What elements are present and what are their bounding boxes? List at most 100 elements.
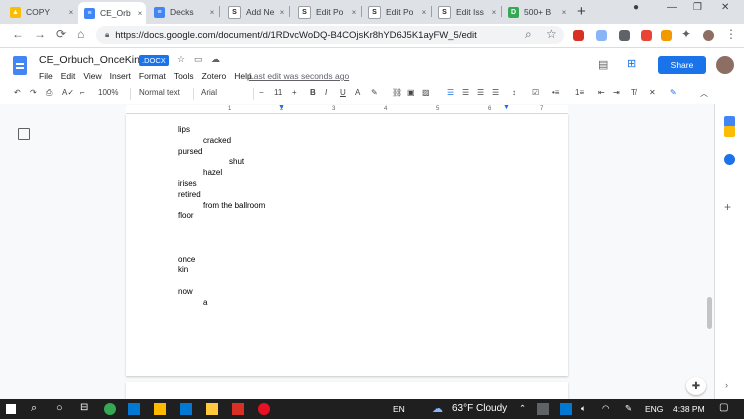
get-addons-icon[interactable]: + xyxy=(724,200,731,214)
tray-expand-icon[interactable]: ⌃ xyxy=(519,403,526,414)
store-icon[interactable] xyxy=(154,403,166,415)
onedrive-icon[interactable] xyxy=(560,403,572,415)
wifi-icon[interactable]: ◠ xyxy=(602,403,609,414)
numbered-list-icon[interactable]: 1≡ xyxy=(575,88,584,97)
clear-formatting-icon[interactable]: T̸ xyxy=(631,88,636,97)
restore-icon[interactable]: ❐ xyxy=(693,2,702,13)
windows-start-icon[interactable] xyxy=(6,404,16,414)
home-icon[interactable]: ⌂ xyxy=(77,27,84,41)
pen-icon[interactable]: ✎ xyxy=(625,403,632,414)
star-icon[interactable]: ☆ xyxy=(177,54,185,65)
url-field[interactable]: 🔒︎ https://docs.google.com/document/d/1R… xyxy=(96,26,564,44)
add-comment-icon[interactable]: ▣ xyxy=(407,88,415,97)
left-indent-marker[interactable]: ▼ xyxy=(278,104,285,111)
print-icon[interactable]: ⎙ xyxy=(46,88,52,98)
justify-icon[interactable]: ☰ xyxy=(492,88,499,97)
align-left-icon[interactable]: ☰ xyxy=(447,88,454,97)
line-spacing-icon[interactable]: ↕ xyxy=(512,88,516,97)
tray-icon[interactable] xyxy=(537,403,549,415)
menu-file[interactable]: File xyxy=(39,71,53,81)
editing-mode-icon[interactable]: ✎ xyxy=(670,88,677,97)
insert-image-icon[interactable]: ▨ xyxy=(422,88,430,97)
weather-text[interactable]: 63°F Cloudy xyxy=(452,403,507,414)
italic-icon[interactable]: I xyxy=(325,88,327,97)
link-icon[interactable]: ⛓ xyxy=(392,88,402,97)
last-edit-link[interactable]: Last edit was seconds ago xyxy=(249,71,349,81)
menu-zotero[interactable]: Zotero xyxy=(202,71,227,81)
spellcheck-icon[interactable]: A✓ xyxy=(62,88,74,97)
meet-icon[interactable]: ⊞ xyxy=(627,57,636,70)
document-title[interactable]: CE_Orbuch_OnceKin xyxy=(39,54,140,66)
browser-tab[interactable]: S Add Ne × xyxy=(222,2,288,22)
weather-icon[interactable]: ☁ xyxy=(432,402,443,415)
paint-format-icon[interactable]: ⌐ xyxy=(80,88,85,97)
tasks-icon[interactable] xyxy=(724,154,735,165)
language-short[interactable]: EN xyxy=(393,404,405,414)
menu-insert[interactable]: Insert xyxy=(110,71,131,81)
font-size-input[interactable]: 11 xyxy=(274,88,282,97)
bulleted-list-icon[interactable]: •≡ xyxy=(552,88,559,97)
extension-icon[interactable] xyxy=(619,30,630,41)
decrease-indent-icon[interactable]: ⇤ xyxy=(598,88,605,97)
minimize-icon[interactable]: — xyxy=(667,2,677,13)
browser-tab[interactable]: S Edit Po × xyxy=(292,2,360,22)
profile-avatar-icon[interactable] xyxy=(703,30,714,41)
align-center-icon[interactable]: ☰ xyxy=(462,88,469,97)
expand-panel-icon[interactable]: › xyxy=(725,380,728,390)
share-button[interactable]: Share xyxy=(658,56,706,74)
new-tab-button[interactable]: + xyxy=(577,3,586,20)
tab-close-icon[interactable]: × xyxy=(134,9,146,18)
keep-icon[interactable] xyxy=(724,126,735,137)
move-folder-icon[interactable]: ▭ xyxy=(194,54,203,65)
tab-close-icon[interactable]: × xyxy=(65,8,77,17)
undo-icon[interactable]: ↶ xyxy=(14,88,21,97)
redo-icon[interactable]: ↷ xyxy=(30,88,37,97)
extension-icon[interactable] xyxy=(596,30,607,41)
increase-indent-icon[interactable]: ⇥ xyxy=(613,88,620,97)
menu-edit[interactable]: Edit xyxy=(61,71,76,81)
avatar[interactable] xyxy=(716,56,734,74)
browser-tab[interactable]: ▲ COPY × xyxy=(4,2,77,22)
cortana-icon[interactable]: ○ xyxy=(56,402,63,414)
browser-tab[interactable]: S Edit Iss × xyxy=(432,2,500,22)
tab-close-icon[interactable]: × xyxy=(558,8,570,17)
outline-icon[interactable] xyxy=(18,128,30,140)
bookmark-star-icon[interactable]: ☆ xyxy=(546,27,557,41)
profile-icon[interactable]: ● xyxy=(633,2,639,13)
search-icon[interactable]: ⌕ xyxy=(31,402,37,415)
extension-icon[interactable] xyxy=(641,30,652,41)
highlight-icon[interactable]: ✎ xyxy=(371,88,378,97)
font-select[interactable]: Arial xyxy=(201,88,217,97)
more-vert-icon[interactable]: ⋮ xyxy=(725,27,737,41)
chrome-icon[interactable] xyxy=(104,403,116,415)
underline-icon[interactable]: U xyxy=(340,88,346,97)
menu-tools[interactable]: Tools xyxy=(174,71,194,81)
tab-close-icon[interactable]: × xyxy=(488,8,500,17)
mail-icon[interactable] xyxy=(180,403,192,415)
tab-close-icon[interactable]: × xyxy=(276,8,288,17)
explore-button[interactable]: ✚ xyxy=(686,377,706,395)
app-icon[interactable] xyxy=(258,403,270,415)
zoom-select[interactable]: 100% xyxy=(98,88,118,97)
ruler-track[interactable]: 1 2 3 4 5 6 7 ▼ ▼ xyxy=(126,104,568,114)
search-icon[interactable]: ⌕ xyxy=(525,27,532,42)
volume-icon[interactable]: 🔈︎ xyxy=(581,403,586,414)
browser-tab[interactable]: ≡ Decks × xyxy=(148,2,218,22)
language-indicator[interactable]: ENG xyxy=(645,404,663,414)
comment-icon[interactable]: ▤ xyxy=(598,58,608,71)
extension-icon[interactable] xyxy=(573,30,584,41)
collapse-toolbar-icon[interactable]: ︿ xyxy=(700,88,708,99)
task-view-icon[interactable]: ⊟ xyxy=(80,402,88,413)
file-explorer-icon[interactable] xyxy=(206,403,218,415)
browser-tab[interactable]: ≡ CE_Orb × xyxy=(78,2,146,24)
align-right-icon[interactable]: ☰ xyxy=(477,88,484,97)
cloud-status-icon[interactable]: ☁ xyxy=(211,54,220,65)
menu-format[interactable]: Format xyxy=(139,71,166,81)
tab-close-icon[interactable]: × xyxy=(418,8,430,17)
close-window-icon[interactable]: ✕ xyxy=(721,2,729,13)
menu-view[interactable]: View xyxy=(83,71,101,81)
reload-icon[interactable]: ⟳ xyxy=(56,27,66,41)
increase-font-size-icon[interactable]: + xyxy=(292,88,297,97)
tab-close-icon[interactable]: × xyxy=(206,8,218,17)
extension-icon[interactable] xyxy=(661,30,672,41)
